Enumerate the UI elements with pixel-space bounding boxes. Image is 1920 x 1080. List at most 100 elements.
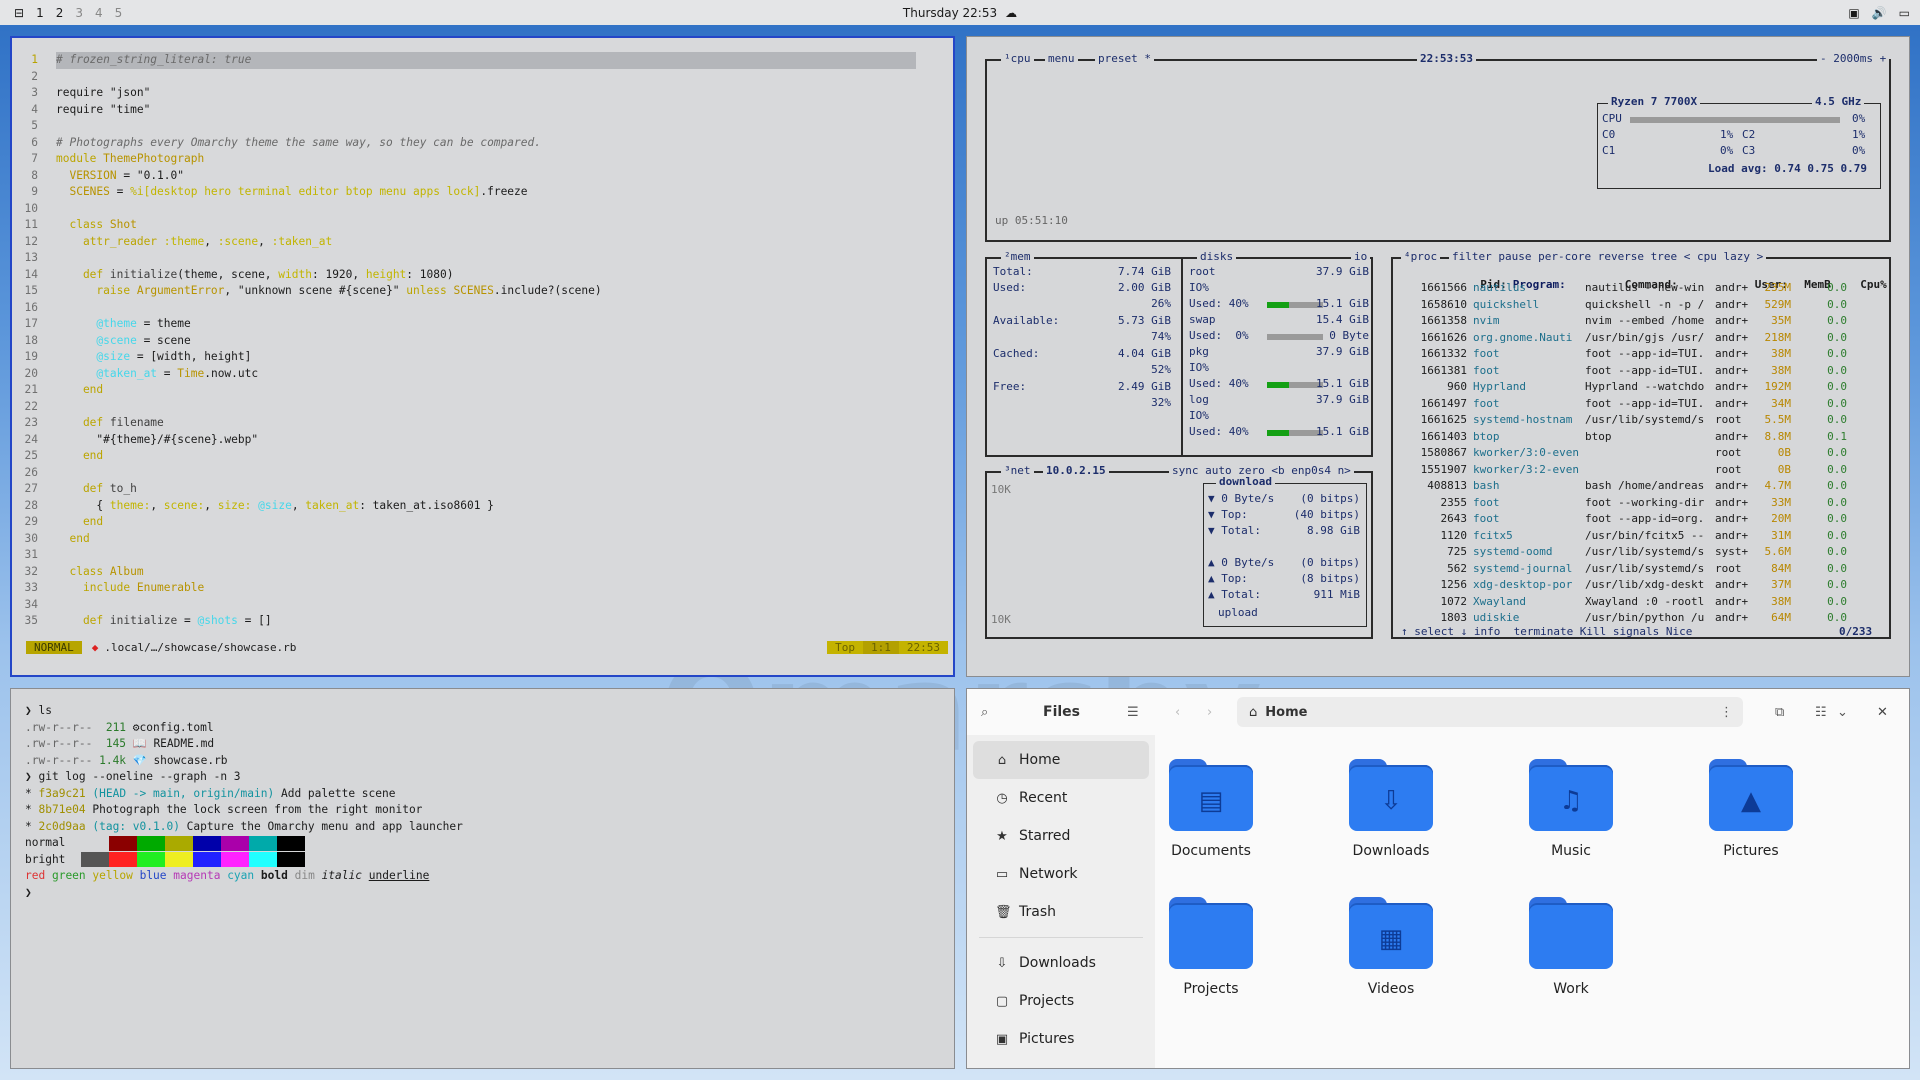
forward-icon[interactable]: › bbox=[1207, 705, 1212, 720]
code-line[interactable]: 13 bbox=[12, 250, 953, 267]
code-line[interactable]: 21 end bbox=[12, 382, 953, 399]
process-row[interactable]: 1661566 nautilus nautilus --new-win andr+ 23… bbox=[1401, 281, 1847, 298]
editor-window[interactable]: 1 # frozen_string_literal: true 2 3 require … bbox=[10, 36, 955, 677]
folder-projects[interactable]: Projects bbox=[1151, 897, 1271, 997]
sidebar-item-home[interactable]: ⌂ Home bbox=[973, 741, 1149, 779]
workspace-4[interactable]: 4 bbox=[95, 6, 103, 20]
sidebar-item-projects[interactable]: ▢ Projects bbox=[973, 982, 1149, 1020]
proc-title[interactable]: ⁴proc bbox=[1401, 250, 1441, 263]
code-line[interactable]: 28 { theme:, scene:, size: @size, taken_… bbox=[12, 498, 953, 515]
folder-documents[interactable]: ▤ Documents bbox=[1151, 759, 1271, 859]
code-line[interactable]: 18 @scene = scene bbox=[12, 333, 953, 350]
process-row[interactable]: 1661332 foot foot --app-id=TUI. andr+ 38M 0.0 bbox=[1401, 347, 1847, 364]
code-line[interactable]: 33 include Enumerable bbox=[12, 580, 953, 597]
menu-button[interactable]: menu bbox=[1045, 52, 1078, 65]
code-line[interactable]: 25 end bbox=[12, 448, 953, 465]
process-row[interactable]: 1661403 btop btop andr+ 8.8M 0.1 bbox=[1401, 430, 1847, 447]
code-line[interactable]: 17 @theme = theme bbox=[12, 316, 953, 333]
process-row[interactable]: 1658610 quickshell quickshell -n -p / andr+… bbox=[1401, 298, 1847, 315]
code-line[interactable]: 19 @size = [width, height] bbox=[12, 349, 953, 366]
process-row[interactable]: 2643 foot foot --app-id=org. andr+ 20M 0.0 bbox=[1401, 512, 1848, 529]
clock[interactable]: Thursday 22:53 ☁ bbox=[903, 6, 1017, 20]
new-tab-icon[interactable]: ⧉ bbox=[1775, 705, 1784, 720]
code-line[interactable]: 14 def initialize(theme, scene, width: 1… bbox=[12, 267, 953, 284]
process-row[interactable]: 1661626 org.gnome.Nauti/usr/bin/gjs /usr/… bbox=[1401, 331, 1847, 348]
process-row[interactable]: 1661625 systemd-hostnam/usr/lib/systemd/s… bbox=[1401, 413, 1847, 430]
files-window[interactable]: ⌕ Files ☰ ‹ › ⌂ Home ⋮ ⧉ ☷ ⌄ ✕ ⌂ Home ◷ Rec… bbox=[966, 688, 1910, 1069]
code-line[interactable]: 32 class Album bbox=[12, 564, 953, 581]
sidebar-item-trash[interactable]: 🗑 Trash bbox=[973, 893, 1149, 931]
code-line[interactable]: 15 raise ArgumentError, "unknown scene #… bbox=[12, 283, 953, 300]
code-line[interactable]: 29 end bbox=[12, 514, 953, 531]
process-row[interactable]: 1661497 foot foot --app-id=TUI. andr+ 34M 0.0 bbox=[1401, 397, 1847, 414]
process-row[interactable]: 725 systemd-oomd/usr/lib/systemd/s syst+ 5.… bbox=[1401, 545, 1847, 562]
launcher-icon[interactable]: ⊟ bbox=[14, 6, 24, 20]
process-row[interactable]: 1580867 kworker/3:0-even root 0B 0.0 bbox=[1401, 446, 1847, 463]
code-line[interactable]: 6 # Photographs every Omarchy theme the s… bbox=[12, 135, 953, 152]
location-menu-icon[interactable]: ⋮ bbox=[1720, 705, 1733, 720]
process-row[interactable]: 2355 foot foot --working-dir andr+ 33M 0.0 bbox=[1401, 496, 1848, 513]
btop-window[interactable]: ¹cpu menu preset * 22:53:53 - 2000ms + u… bbox=[966, 36, 1910, 677]
location-bar[interactable]: ⌂ Home ⋮ bbox=[1237, 697, 1743, 727]
process-row[interactable]: 960 Hyprland Hyprland --watchdo andr+ 192M 0.… bbox=[1401, 380, 1847, 397]
code-line[interactable]: 24 "#{theme}/#{scene}.webp" bbox=[12, 432, 953, 449]
code-line[interactable]: 5 bbox=[12, 118, 953, 135]
net-title[interactable]: ³net bbox=[1001, 464, 1034, 477]
code-line[interactable]: 8 VERSION = "0.1.0" bbox=[12, 168, 953, 185]
proc-options[interactable]: filter pause per-core reverse tree < cpu… bbox=[1449, 250, 1767, 263]
code-line[interactable]: 4 require "time" bbox=[12, 102, 953, 119]
display-icon[interactable]: ▭ bbox=[1899, 6, 1910, 20]
code-line[interactable]: 20 @taken_at = Time.now.utc bbox=[12, 366, 953, 383]
folder-pictures[interactable]: ▲ Pictures bbox=[1691, 759, 1811, 859]
code-line[interactable]: 31 bbox=[12, 547, 953, 564]
terminal-output[interactable]: ❯ ls .rw-r--r-- 211 ⚙config.toml .rw-r--r-… bbox=[11, 689, 954, 901]
code-line[interactable]: 3 require "json" bbox=[12, 85, 953, 102]
cpu-title[interactable]: ¹cpu bbox=[1001, 52, 1034, 65]
code-line[interactable]: 10 bbox=[12, 201, 953, 218]
code-line[interactable]: 30 end bbox=[12, 531, 953, 548]
view-options-chevron-icon[interactable]: ⌄ bbox=[1837, 705, 1848, 720]
close-icon[interactable]: ✕ bbox=[1877, 705, 1888, 720]
process-row[interactable]: 1551907 kworker/3:2-even root 0B 0.0 bbox=[1401, 463, 1847, 480]
code-view[interactable]: 1 # frozen_string_literal: true 2 3 require … bbox=[12, 38, 953, 630]
code-line[interactable]: 35 def initialize = @shots = [] bbox=[12, 613, 953, 630]
sidebar-item-starred[interactable]: ★ Starred bbox=[973, 817, 1149, 855]
process-row[interactable]: 562 systemd-journal/usr/lib/systemd/s root… bbox=[1401, 562, 1847, 579]
hamburger-menu-icon[interactable]: ☰ bbox=[1127, 705, 1139, 720]
process-row[interactable]: 1120 fcitx5/usr/bin/fcitx5 -- andr+ 31M 0.0 bbox=[1401, 529, 1848, 546]
screen-record-icon[interactable]: ▣ bbox=[1848, 6, 1859, 20]
code-line[interactable]: 26 bbox=[12, 465, 953, 482]
code-line[interactable]: 2 bbox=[12, 69, 953, 86]
volume-icon[interactable]: 🔊 bbox=[1872, 6, 1887, 20]
workspace-1[interactable]: 1 bbox=[36, 6, 44, 20]
folder-work[interactable]: Work bbox=[1511, 897, 1631, 997]
code-line[interactable]: 22 bbox=[12, 399, 953, 416]
workspace-2[interactable]: 2 bbox=[56, 6, 64, 20]
code-line[interactable]: 23 def filename bbox=[12, 415, 953, 432]
preset-button[interactable]: preset * bbox=[1095, 52, 1154, 65]
sidebar-item-pictures[interactable]: ▣ Pictures bbox=[973, 1020, 1149, 1058]
process-row[interactable]: 1661381 foot foot --app-id=TUI. andr+ 38M 0.0 bbox=[1401, 364, 1847, 381]
update-interval[interactable]: - 2000ms + bbox=[1817, 52, 1890, 65]
code-line[interactable]: 27 def to_h bbox=[12, 481, 953, 498]
sidebar-item-recent[interactable]: ◷ Recent bbox=[973, 779, 1149, 817]
terminal-window[interactable]: ❯ ls .rw-r--r-- 211 ⚙config.toml .rw-r--r-… bbox=[10, 688, 955, 1069]
sidebar-item-network[interactable]: ▭ Network bbox=[973, 855, 1149, 893]
process-row[interactable]: 408813 bash bash /home/andreas andr+ 4.7M 0.0 bbox=[1401, 479, 1847, 496]
back-icon[interactable]: ‹ bbox=[1175, 705, 1180, 720]
code-line[interactable]: 11 class Shot bbox=[12, 217, 953, 234]
workspace-5[interactable]: 5 bbox=[115, 6, 123, 20]
folder-music[interactable]: ♫ Music bbox=[1511, 759, 1631, 859]
folder-downloads[interactable]: ⇩ Downloads bbox=[1331, 759, 1451, 859]
mem-title[interactable]: ²mem bbox=[1001, 250, 1034, 263]
disks-title[interactable]: disks bbox=[1197, 250, 1237, 263]
search-icon[interactable]: ⌕ bbox=[981, 705, 988, 720]
weather-icon[interactable]: ☁ bbox=[1005, 6, 1017, 20]
workspace-3[interactable]: 3 bbox=[75, 6, 83, 20]
code-line[interactable]: 34 bbox=[12, 597, 953, 614]
process-row[interactable]: 1661358 nvim nvim --embed /home andr+ 35M 0.0 bbox=[1401, 314, 1847, 331]
code-line[interactable]: 9 SCENES = %i[desktop hero terminal edit… bbox=[12, 184, 953, 201]
code-line[interactable]: 1 # frozen_string_literal: true bbox=[12, 52, 953, 69]
code-line[interactable]: 16 bbox=[12, 300, 953, 317]
process-row[interactable]: 1256 xdg-desktop-por/usr/lib/xdg-deskt and… bbox=[1401, 578, 1848, 595]
